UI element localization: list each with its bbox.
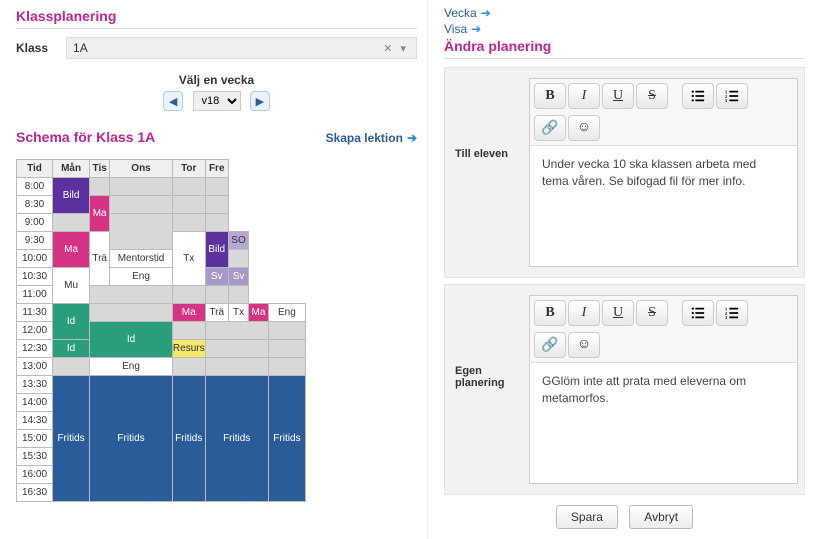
week-link[interactable]: Vecka➔: [444, 6, 805, 20]
lesson-cell[interactable]: [172, 214, 205, 232]
lesson-cell[interactable]: Ma: [53, 232, 90, 268]
next-week-button[interactable]: ▶: [250, 91, 270, 111]
lesson-cell[interactable]: Mentorstid: [110, 250, 173, 268]
lesson-cell[interactable]: Ma: [172, 304, 205, 322]
lesson-cell[interactable]: Mu: [53, 268, 90, 304]
italic-icon[interactable]: I: [568, 83, 600, 109]
lesson-cell[interactable]: [205, 214, 228, 232]
arrow-right-icon: ➔: [407, 131, 417, 145]
lesson-cell[interactable]: [53, 214, 90, 232]
field-label-own: Egen planering: [455, 295, 529, 484]
editor-toolbar: B I U S 123 🔗 ☺: [530, 79, 797, 146]
arrow-right-icon: ➔: [481, 6, 491, 20]
lesson-cell[interactable]: [90, 304, 173, 322]
lesson-cell[interactable]: Id: [90, 322, 173, 358]
lesson-cell[interactable]: [172, 286, 205, 304]
link-icon[interactable]: 🔗: [534, 332, 566, 358]
emoji-icon[interactable]: ☺: [568, 332, 600, 358]
bullet-list-icon[interactable]: [682, 300, 714, 326]
klass-select[interactable]: 1A ✕ ▾: [66, 37, 417, 59]
prev-week-button[interactable]: ◀: [163, 91, 183, 111]
lesson-cell[interactable]: [172, 196, 205, 214]
arrow-right-icon: ➔: [471, 22, 481, 36]
lesson-cell[interactable]: [228, 286, 248, 304]
week-select[interactable]: v18: [193, 91, 241, 111]
dropdown-icon[interactable]: ▾: [396, 42, 410, 55]
edit-planning-title: Ändra planering: [444, 38, 805, 59]
lesson-cell[interactable]: Bild: [205, 232, 228, 268]
lesson-cell[interactable]: Fritids: [205, 376, 268, 502]
lesson-cell[interactable]: Fritids: [172, 376, 205, 502]
editor-toolbar: B I U S 123 🔗 ☺: [530, 296, 797, 363]
lesson-cell[interactable]: [172, 322, 205, 340]
lesson-cell[interactable]: [268, 358, 305, 376]
lesson-cell[interactable]: [205, 196, 228, 214]
lesson-cell[interactable]: Fritids: [90, 376, 173, 502]
lesson-cell[interactable]: [228, 250, 248, 268]
lesson-cell[interactable]: [205, 286, 228, 304]
klass-label: Klass: [16, 41, 48, 55]
strike-icon[interactable]: S: [636, 83, 668, 109]
bullet-list-icon[interactable]: [682, 83, 714, 109]
show-link[interactable]: Visa➔: [444, 22, 805, 36]
lesson-cell[interactable]: Id: [53, 304, 90, 340]
page-title: Klassplanering: [16, 8, 417, 29]
lesson-cell[interactable]: Tx: [172, 232, 205, 286]
editor-text[interactable]: GGlöm inte att prata med eleverna om met…: [530, 363, 797, 483]
create-lesson-link[interactable]: Skapa lektion ➔: [326, 131, 417, 145]
lesson-cell[interactable]: Sv: [205, 268, 228, 286]
field-label-student: Till eleven: [455, 78, 529, 267]
bold-icon[interactable]: B: [534, 300, 566, 326]
lesson-cell[interactable]: [110, 214, 173, 250]
lesson-cell[interactable]: [205, 358, 268, 376]
schedule-table: Tid Mån Tis Ons Tor Fre 8:00 Bild 8:30 M…: [16, 159, 306, 502]
lesson-cell[interactable]: [53, 358, 90, 376]
lesson-cell[interactable]: [110, 178, 173, 196]
lesson-cell[interactable]: Trä: [90, 232, 110, 286]
svg-text:3: 3: [725, 315, 728, 320]
lesson-cell[interactable]: SO: [228, 232, 248, 250]
lesson-cell[interactable]: Eng: [90, 358, 173, 376]
editor-own[interactable]: B I U S 123 🔗 ☺ GGlöm inte att prata med: [529, 295, 798, 484]
week-picker-label: Välj en vecka: [16, 73, 417, 87]
strike-icon[interactable]: S: [636, 300, 668, 326]
number-list-icon[interactable]: 123: [716, 300, 748, 326]
lesson-cell[interactable]: Fritids: [53, 376, 90, 502]
lesson-cell[interactable]: Eng: [110, 268, 173, 286]
lesson-cell[interactable]: Id: [53, 340, 90, 358]
klass-value: 1A: [73, 41, 379, 55]
lesson-cell[interactable]: Resurs: [172, 340, 205, 358]
lesson-cell[interactable]: [268, 322, 305, 340]
lesson-cell[interactable]: Eng: [268, 304, 305, 322]
lesson-cell[interactable]: [90, 286, 173, 304]
lesson-cell[interactable]: [172, 358, 205, 376]
lesson-cell[interactable]: [172, 178, 205, 196]
editor-student[interactable]: B I U S 123 🔗 ☺ Under vecka 10 ska klass…: [529, 78, 798, 267]
underline-icon[interactable]: U: [602, 83, 634, 109]
clear-icon[interactable]: ✕: [379, 42, 396, 55]
italic-icon[interactable]: I: [568, 300, 600, 326]
lesson-cell[interactable]: [268, 340, 305, 358]
svg-text:3: 3: [725, 98, 728, 103]
lesson-cell[interactable]: Sv: [228, 268, 248, 286]
lesson-cell[interactable]: [110, 196, 173, 214]
lesson-cell[interactable]: [205, 340, 268, 358]
editor-text[interactable]: Under vecka 10 ska klassen arbeta med te…: [530, 146, 797, 266]
cancel-button[interactable]: Avbryt: [629, 505, 693, 529]
lesson-cell[interactable]: [205, 178, 228, 196]
lesson-cell[interactable]: Ma: [90, 196, 110, 232]
underline-icon[interactable]: U: [602, 300, 634, 326]
lesson-cell[interactable]: Fritids: [268, 376, 305, 502]
emoji-icon[interactable]: ☺: [568, 115, 600, 141]
number-list-icon[interactable]: 123: [716, 83, 748, 109]
lesson-cell[interactable]: Bild: [53, 178, 90, 214]
schedule-title: Schema för Klass 1A: [16, 129, 155, 145]
lesson-cell[interactable]: [205, 322, 268, 340]
bold-icon[interactable]: B: [534, 83, 566, 109]
link-icon[interactable]: 🔗: [534, 115, 566, 141]
lesson-cell[interactable]: [90, 178, 110, 196]
save-button[interactable]: Spara: [556, 505, 618, 529]
